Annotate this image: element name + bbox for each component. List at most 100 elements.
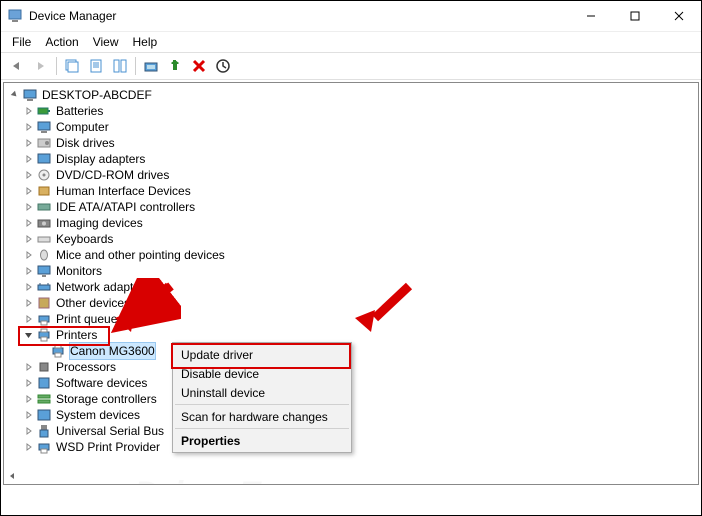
context-menu-separator <box>175 428 349 429</box>
forward-button[interactable] <box>29 55 53 77</box>
ide-icon <box>36 199 52 215</box>
tree-node[interactable]: Disk drives <box>56 135 115 151</box>
expand-toggle[interactable] <box>22 408 36 422</box>
tree-node[interactable]: Monitors <box>56 263 102 279</box>
expand-toggle[interactable] <box>22 120 36 134</box>
context-menu-uninstall-device[interactable]: Uninstall device <box>175 383 349 402</box>
tree-node[interactable]: IDE ATA/ATAPI controllers <box>56 199 195 215</box>
tree-node[interactable]: Human Interface Devices <box>56 183 191 199</box>
menu-help[interactable]: Help <box>126 33 165 51</box>
titlebar: Device Manager <box>1 1 701 32</box>
menu-action[interactable]: Action <box>38 33 85 51</box>
tree-node[interactable]: DVD/CD-ROM drives <box>56 167 169 183</box>
network-icon <box>36 279 52 295</box>
scroll-left-icon[interactable] <box>4 468 20 484</box>
toolbar <box>1 52 701 80</box>
printer-icon <box>50 343 66 359</box>
expand-toggle[interactable] <box>22 440 36 454</box>
tree-node[interactable]: Imaging devices <box>56 215 143 231</box>
system-icon <box>36 407 52 423</box>
computer-icon <box>36 119 52 135</box>
root-node-label[interactable]: DESKTOP-ABCDEF <box>42 87 152 103</box>
expand-toggle[interactable] <box>22 216 36 230</box>
tree-node[interactable]: Software devices <box>56 375 147 391</box>
back-button[interactable] <box>5 55 29 77</box>
device-manager-window: Device Manager File Action View Help <box>0 0 702 516</box>
update-driver-icon[interactable] <box>139 55 163 77</box>
uninstall-icon[interactable] <box>211 55 235 77</box>
toolbar-separator <box>135 57 136 75</box>
tree-node[interactable]: Universal Serial Bus <box>56 423 164 439</box>
tree-node-printers[interactable]: Printers <box>56 327 97 343</box>
tree-node[interactable]: Keyboards <box>56 231 113 247</box>
disable-icon[interactable] <box>187 55 211 77</box>
context-menu-separator <box>175 404 349 405</box>
tree-node[interactable]: System devices <box>56 407 140 423</box>
storage-icon <box>36 391 52 407</box>
usb-icon <box>36 423 52 439</box>
expand-toggle[interactable] <box>22 296 36 310</box>
imaging-icon <box>36 215 52 231</box>
expand-toggle[interactable] <box>22 184 36 198</box>
tree-node[interactable]: Mice and other pointing devices <box>56 247 225 263</box>
toolbar-icon-3[interactable] <box>108 55 132 77</box>
toolbar-icon-1[interactable] <box>60 55 84 77</box>
software-icon <box>36 375 52 391</box>
expand-toggle[interactable] <box>22 200 36 214</box>
tree-node-canon-printer[interactable]: Canon MG3600 <box>69 342 156 360</box>
other-icon <box>36 295 52 311</box>
context-menu-scan-hardware[interactable]: Scan for hardware changes <box>175 407 349 426</box>
expand-toggle[interactable] <box>22 232 36 246</box>
expand-toggle[interactable] <box>22 168 36 182</box>
context-menu: Update driver Disable device Uninstall d… <box>172 342 352 453</box>
expand-toggle[interactable] <box>22 424 36 438</box>
printer-icon <box>36 327 52 343</box>
hid-icon <box>36 183 52 199</box>
expand-toggle[interactable] <box>22 104 36 118</box>
expand-toggle[interactable] <box>22 392 36 406</box>
tree-node[interactable]: Network adapters <box>56 279 150 295</box>
tree-node[interactable]: Print queues <box>56 311 123 327</box>
expand-toggle[interactable] <box>22 328 36 342</box>
context-menu-properties[interactable]: Properties <box>175 431 349 450</box>
tree-node[interactable]: Batteries <box>56 103 103 119</box>
tree-node[interactable]: Computer <box>56 119 109 135</box>
tree-node[interactable]: WSD Print Provider <box>56 439 160 455</box>
app-icon <box>7 8 23 24</box>
toolbar-separator <box>56 57 57 75</box>
context-menu-update-driver[interactable]: Update driver <box>175 345 349 364</box>
window-title: Device Manager <box>29 9 569 23</box>
menu-view[interactable]: View <box>86 33 126 51</box>
tree-node[interactable]: Storage controllers <box>56 391 157 407</box>
tree-node[interactable]: Display adapters <box>56 151 145 167</box>
watermark: DriverEasy.com <box>134 475 404 485</box>
expand-toggle[interactable] <box>22 360 36 374</box>
printq-icon <box>36 311 52 327</box>
expand-toggle[interactable] <box>22 280 36 294</box>
window-buttons <box>569 1 701 31</box>
cpu-icon <box>36 359 52 375</box>
menubar: File Action View Help <box>1 32 701 52</box>
computer-icon <box>22 87 38 103</box>
maximize-button[interactable] <box>613 1 657 31</box>
context-menu-disable-device[interactable]: Disable device <box>175 364 349 383</box>
expand-toggle[interactable] <box>22 264 36 278</box>
expand-toggle[interactable] <box>22 152 36 166</box>
cdrom-icon <box>36 167 52 183</box>
disk-icon <box>36 135 52 151</box>
expand-toggle[interactable] <box>8 88 22 102</box>
close-button[interactable] <box>657 1 701 31</box>
monitor-icon <box>36 263 52 279</box>
battery-icon <box>36 103 52 119</box>
properties-icon[interactable] <box>84 55 108 77</box>
expand-toggle[interactable] <box>22 312 36 326</box>
tree-node[interactable]: Other devices <box>56 295 130 311</box>
expand-toggle[interactable] <box>22 136 36 150</box>
expand-toggle[interactable] <box>22 376 36 390</box>
expand-toggle[interactable] <box>22 248 36 262</box>
enable-icon[interactable] <box>163 55 187 77</box>
mouse-icon <box>36 247 52 263</box>
menu-file[interactable]: File <box>5 33 38 51</box>
tree-node[interactable]: Processors <box>56 359 116 375</box>
minimize-button[interactable] <box>569 1 613 31</box>
